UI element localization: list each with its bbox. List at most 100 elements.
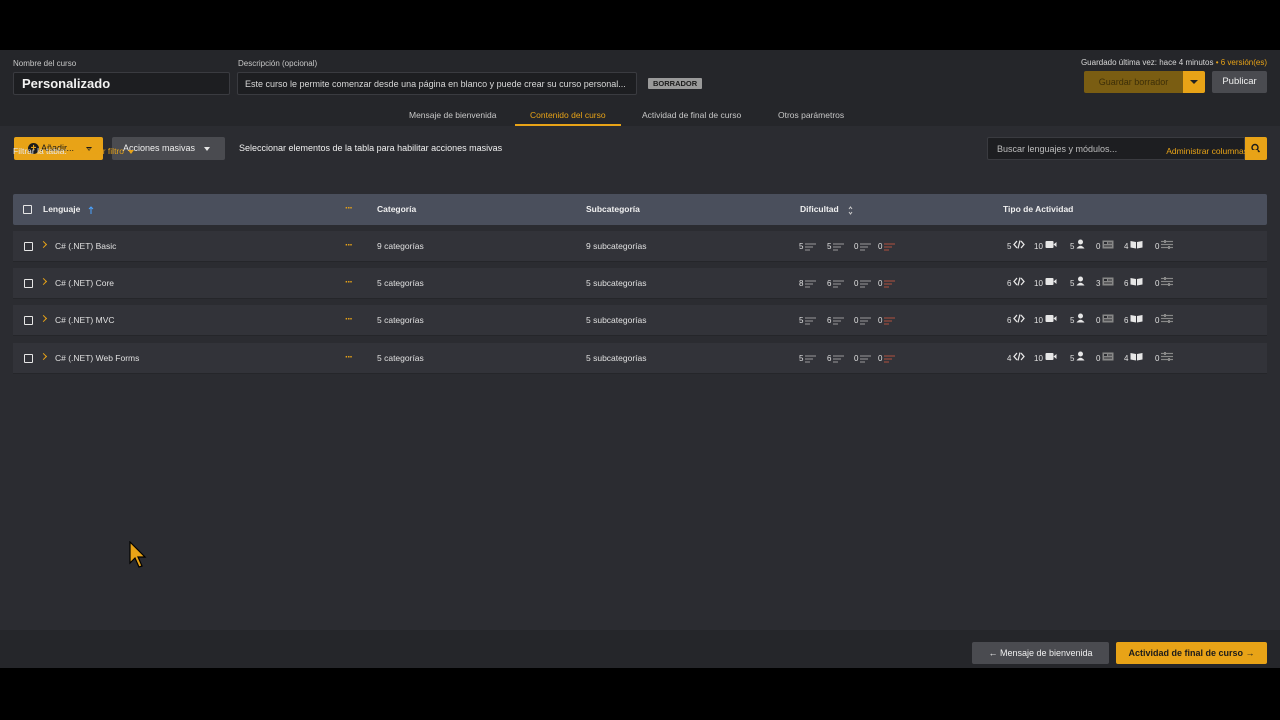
column-menu-icon[interactable]: ··· — [345, 203, 353, 214]
column-subcategory[interactable]: Subcategoría — [586, 194, 640, 225]
subcategory-count: 5 subcategorías — [586, 353, 647, 363]
activity-count: 4 — [1124, 242, 1129, 251]
difficulty-bars-icon — [805, 280, 817, 288]
difficulty-level-4: 0 — [878, 231, 896, 262]
difficulty-bars-icon — [833, 317, 845, 325]
select-all-checkbox[interactable] — [23, 205, 32, 214]
activity-article: 0 — [1096, 343, 1114, 374]
activity-count: 0 — [1096, 242, 1101, 251]
chevron-down-icon — [204, 147, 210, 151]
video-icon — [1045, 268, 1057, 299]
activity-count: 6 — [1124, 279, 1129, 288]
activity-settings-sliders: 0 — [1155, 343, 1174, 374]
language-name: C# (.NET) Core — [55, 278, 115, 288]
difficulty-level-1: 5 — [799, 231, 817, 262]
difficulty-bars-icon — [805, 355, 817, 363]
versions-link[interactable]: 6 versión(es) — [1221, 58, 1267, 67]
difficulty-bars-icon — [884, 355, 896, 363]
difficulty-value: 5 — [799, 354, 804, 363]
settings-sliders-icon — [1161, 343, 1174, 374]
activity-code: 4 — [1007, 343, 1026, 374]
column-category[interactable]: Categoría — [377, 194, 416, 225]
activity-settings-sliders: 0 — [1155, 231, 1174, 262]
activity-video: 10 — [1034, 343, 1057, 374]
activity-code: 5 — [1007, 231, 1026, 262]
settings-sliders-icon — [1161, 268, 1174, 299]
activity-code: 6 — [1007, 268, 1026, 299]
video-icon — [1045, 305, 1057, 336]
expand-chevron-icon[interactable] — [39, 240, 48, 249]
row-checkbox[interactable] — [24, 279, 33, 288]
publish-button[interactable]: Publicar — [1212, 71, 1267, 93]
subcategory-count: 5 subcategorías — [586, 315, 647, 325]
manage-columns-link[interactable]: Administrar columnas — [1166, 146, 1258, 156]
activity-count: 10 — [1034, 279, 1043, 288]
prev-step-label: Mensaje de bienvenida — [999, 648, 1093, 658]
category-count: 5 categorías — [377, 278, 424, 288]
difficulty-bars-icon — [860, 355, 872, 363]
column-language[interactable]: Lenguaje — [43, 194, 80, 225]
arrow-right-icon: → — [1245, 648, 1255, 658]
difficulty-level-1: 5 — [799, 343, 817, 374]
row-checkbox[interactable] — [24, 316, 33, 325]
expand-chevron-icon[interactable] — [39, 277, 48, 286]
activity-video: 10 — [1034, 268, 1057, 299]
difficulty-value: 0 — [854, 242, 859, 251]
mouse-cursor-icon — [129, 541, 147, 568]
code-icon — [1013, 343, 1026, 374]
user-icon — [1076, 343, 1085, 374]
mass-actions-hint: Seleccionar elementos de la tabla para h… — [239, 143, 503, 153]
activity-count: 10 — [1034, 354, 1043, 363]
save-draft-menu-button[interactable] — [1183, 71, 1205, 93]
tab-course-content[interactable]: Contenido del curso — [515, 104, 621, 126]
difficulty-level-4: 0 — [878, 343, 896, 374]
expand-chevron-icon[interactable] — [39, 314, 48, 323]
table-row[interactable]: C# (.NET) Basic ··· 9 categorías 9 subcateg… — [13, 231, 1267, 262]
row-checkbox[interactable] — [24, 354, 33, 363]
video-icon — [1045, 343, 1057, 374]
difficulty-level-1: 5 — [799, 305, 817, 336]
article-icon — [1102, 231, 1114, 262]
saved-time-text: Guardado última vez: hace 4 minutos — [1080, 58, 1214, 67]
table-row[interactable]: C# (.NET) Web Forms ··· 5 categorías 5 subc… — [13, 343, 1267, 374]
sort-icon[interactable] — [848, 206, 853, 215]
activity-book: 6 — [1124, 305, 1143, 336]
table-row[interactable]: C# (.NET) Core ··· 5 categorías 5 subcatego… — [13, 268, 1267, 299]
course-header: Nombre del curso Personalizado Descripci… — [0, 50, 1280, 104]
row-menu-icon[interactable]: ··· — [345, 277, 353, 288]
row-checkbox[interactable] — [24, 242, 33, 251]
add-filter-link[interactable]: Añadir filtro — [81, 146, 134, 156]
sort-asc-icon[interactable] — [88, 206, 94, 214]
tab-welcome-message[interactable]: Mensaje de bienvenida — [409, 104, 496, 126]
description-input[interactable]: Este curso le permite comenzar desde una… — [237, 72, 637, 95]
course-name-input[interactable]: Personalizado — [13, 72, 230, 95]
row-menu-icon[interactable]: ··· — [345, 314, 353, 325]
activity-count: 3 — [1096, 279, 1101, 288]
prev-step-button[interactable]: ← Mensaje de bienvenida — [972, 642, 1109, 664]
row-menu-icon[interactable]: ··· — [345, 240, 353, 251]
code-icon — [1013, 231, 1026, 262]
settings-sliders-icon — [1161, 231, 1174, 262]
difficulty-bars-icon — [884, 317, 896, 325]
column-activity-type[interactable]: Tipo de Actividad — [1003, 194, 1073, 225]
activity-count: 0 — [1096, 316, 1101, 325]
table-row[interactable]: C# (.NET) MVC ··· 5 categorías 5 subcategor… — [13, 305, 1267, 336]
row-menu-icon[interactable]: ··· — [345, 352, 353, 363]
book-icon — [1130, 268, 1143, 299]
tab-end-activity[interactable]: Actividad de final de curso — [642, 104, 741, 126]
expand-chevron-icon[interactable] — [39, 352, 48, 361]
language-name: C# (.NET) Web Forms — [55, 353, 140, 363]
tab-other-params[interactable]: Otros parámetros — [778, 104, 844, 126]
column-difficulty[interactable]: Dificultad — [800, 194, 839, 225]
activity-user: 5 — [1070, 268, 1085, 299]
arrow-left-icon: ← — [988, 648, 998, 658]
activity-count: 5 — [1070, 242, 1075, 251]
user-icon — [1076, 268, 1085, 299]
difficulty-level-3: 0 — [854, 305, 872, 336]
difficulty-level-1: 8 — [799, 268, 817, 299]
difficulty-value: 5 — [799, 316, 804, 325]
status-badge: BORRADOR — [648, 78, 703, 89]
next-step-button[interactable]: Actividad de final de curso → — [1116, 642, 1267, 664]
video-icon — [1045, 231, 1057, 262]
save-draft-button[interactable]: Guardar borrador — [1084, 71, 1183, 93]
